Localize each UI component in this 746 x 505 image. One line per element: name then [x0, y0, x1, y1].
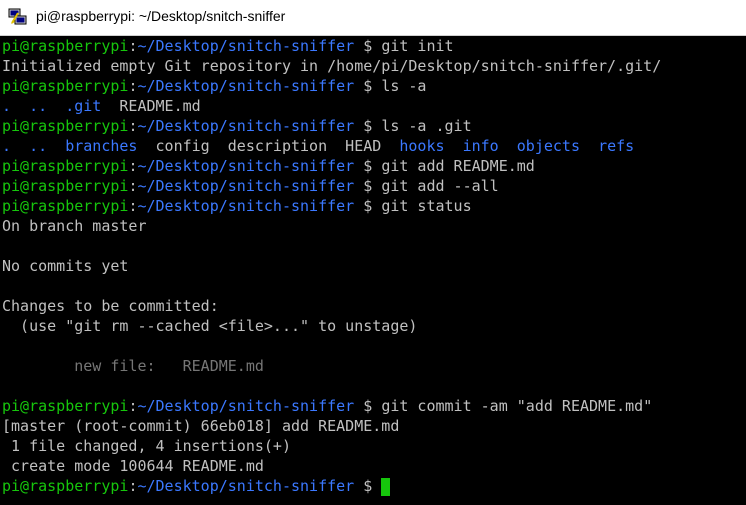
dir-entry: hooks: [399, 137, 445, 155]
prompt-line: pi@raspberrypi:~/Desktop/snitch-sniffer …: [2, 76, 426, 96]
terminal-window: pi@raspberrypi: ~/Desktop/snitch-sniffer…: [0, 0, 746, 505]
output-line: No commits yet: [2, 257, 129, 275]
prompt-symbol: $: [354, 177, 382, 195]
prompt-line: pi@raspberrypi:~/Desktop/snitch-sniffer …: [2, 396, 652, 416]
prompt-path: ~/Desktop/snitch-sniffer: [137, 77, 355, 95]
current-prompt-line[interactable]: pi@raspberrypi:~/Desktop/snitch-sniffer …: [2, 476, 391, 496]
prompt-path: ~/Desktop/snitch-sniffer: [137, 117, 355, 135]
dir-entry: .git: [65, 97, 102, 115]
dir-entry: . ..: [2, 137, 66, 155]
prompt-path: ~/Desktop/snitch-sniffer: [137, 37, 355, 55]
prompt-user-host: pi@raspberrypi: [2, 397, 129, 415]
prompt-symbol: $: [354, 117, 382, 135]
command-text: ls -a .git: [381, 117, 472, 135]
prompt-path: ~/Desktop/snitch-sniffer: [137, 477, 355, 495]
putty-icon[interactable]: [8, 7, 28, 27]
output-line: (use "git rm --cached <file>..." to unst…: [2, 317, 418, 335]
output-line: create mode 100644 README.md: [2, 457, 264, 475]
dir-entry: . ..: [2, 97, 66, 115]
dir-entry: refs: [598, 137, 635, 155]
file-entry: config description HEAD: [137, 137, 400, 155]
command-text: git status: [381, 197, 472, 215]
prompt-user-host: pi@raspberrypi: [2, 177, 129, 195]
output-line: . .. .git README.md: [2, 96, 201, 116]
prompt-path: ~/Desktop/snitch-sniffer: [137, 197, 355, 215]
command-text: git init: [381, 37, 454, 55]
output-line: 1 file changed, 4 insertions(+): [2, 437, 291, 455]
prompt-path: ~/Desktop/snitch-sniffer: [137, 157, 355, 175]
prompt-symbol: $: [354, 477, 382, 495]
staged-file-line: new file: README.md: [2, 357, 264, 375]
window-title: pi@raspberrypi: ~/Desktop/snitch-sniffer: [36, 8, 286, 24]
prompt-symbol: $: [354, 157, 382, 175]
file-entry: README.md: [101, 97, 201, 115]
dir-entry: info: [462, 137, 499, 155]
prompt-user-host: pi@raspberrypi: [2, 37, 129, 55]
prompt-user-host: pi@raspberrypi: [2, 77, 129, 95]
prompt-symbol: $: [354, 197, 382, 215]
title-bar[interactable]: pi@raspberrypi: ~/Desktop/snitch-sniffer: [0, 0, 746, 36]
output-line: [master (root-commit) 66eb018] add READM…: [2, 417, 400, 435]
terminal-output[interactable]: pi@raspberrypi:~/Desktop/snitch-sniffer …: [0, 36, 746, 505]
text-cursor[interactable]: [381, 477, 391, 496]
prompt-user-host: pi@raspberrypi: [2, 117, 129, 135]
output-line: . .. branches config description HEAD ho…: [2, 136, 634, 156]
command-text: git add --all: [381, 177, 499, 195]
prompt-path: ~/Desktop/snitch-sniffer: [137, 177, 355, 195]
prompt-user-host: pi@raspberrypi: [2, 157, 129, 175]
prompt-symbol: $: [354, 37, 382, 55]
prompt-line: pi@raspberrypi:~/Desktop/snitch-sniffer …: [2, 36, 454, 56]
prompt-line: pi@raspberrypi:~/Desktop/snitch-sniffer …: [2, 176, 499, 196]
prompt-user-host: pi@raspberrypi: [2, 197, 129, 215]
dir-entry: branches: [65, 137, 138, 155]
prompt-line: pi@raspberrypi:~/Desktop/snitch-sniffer …: [2, 196, 472, 216]
prompt-user-host: pi@raspberrypi: [2, 477, 129, 495]
dir-entry: objects: [516, 137, 580, 155]
output-line: Changes to be committed:: [2, 297, 219, 315]
command-text: git commit -am "add README.md": [381, 397, 653, 415]
command-text: git add README.md: [381, 157, 535, 175]
output-line: Initialized empty Git repository in /hom…: [2, 57, 662, 75]
prompt-line: pi@raspberrypi:~/Desktop/snitch-sniffer …: [2, 156, 535, 176]
output-line: On branch master: [2, 217, 147, 235]
command-text: ls -a: [381, 77, 427, 95]
prompt-symbol: $: [354, 397, 382, 415]
prompt-symbol: $: [354, 77, 382, 95]
prompt-line: pi@raspberrypi:~/Desktop/snitch-sniffer …: [2, 116, 472, 136]
prompt-path: ~/Desktop/snitch-sniffer: [137, 397, 355, 415]
